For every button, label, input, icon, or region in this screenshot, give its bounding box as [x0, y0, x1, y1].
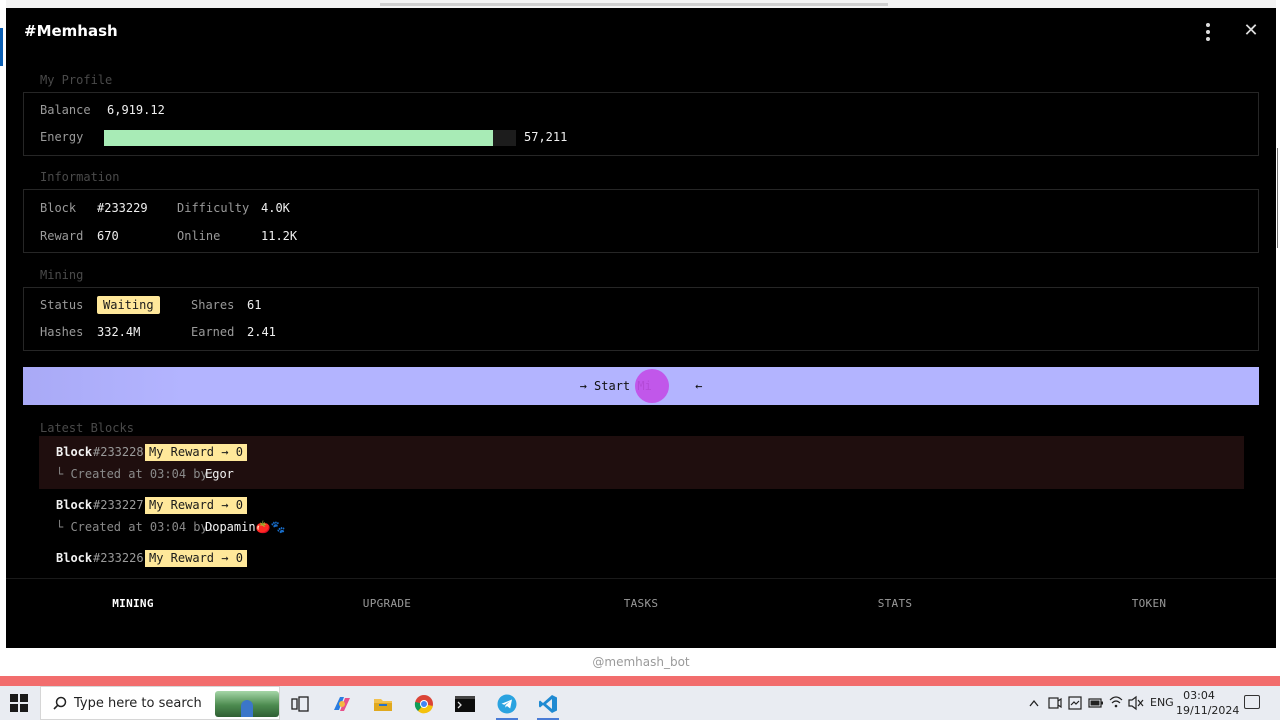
- status-label: Status: [40, 298, 84, 312]
- battery-icon[interactable]: [1088, 686, 1104, 720]
- task-view-icon[interactable]: [283, 690, 317, 718]
- show-hidden-icons-icon[interactable]: [1028, 686, 1040, 720]
- meet-now-icon[interactable]: [1048, 686, 1062, 720]
- earned-label: Earned: [191, 325, 235, 339]
- block-row: Block #233227 My Reward → 0 └ Created at…: [39, 489, 1244, 542]
- onedrive-icon[interactable]: [1068, 686, 1082, 720]
- bottom-tab-bar: MINING UPGRADE TASKS STATS TOKEN: [6, 578, 1276, 648]
- touch-indicator: [635, 369, 669, 403]
- block-row-label: Block: [56, 551, 93, 565]
- vscode-icon[interactable]: [531, 690, 565, 720]
- profile-panel: Balance 6,919.12 Energy 57,211: [23, 92, 1259, 156]
- block-row-number: #233228: [93, 445, 144, 459]
- energy-value: 57,211: [524, 130, 568, 144]
- block-row-label: Block: [56, 445, 93, 459]
- block-row-author: Dopamin🍅🐾: [205, 520, 286, 534]
- block-label: Block: [40, 201, 77, 215]
- online-label: Online: [177, 229, 221, 243]
- clock-time: 03:04: [1183, 689, 1215, 702]
- online-value: 11.2K: [261, 229, 298, 243]
- taskbar-clock[interactable]: 03:04 19/11/2024: [1176, 688, 1240, 718]
- difficulty-value: 4.0K: [261, 201, 290, 215]
- block-row-number: #233227: [93, 498, 144, 512]
- search-icon: [53, 696, 67, 710]
- block-row-reward: My Reward → 0: [145, 550, 247, 567]
- tab-tasks[interactable]: TASKS: [514, 597, 768, 610]
- search-highlight-image: [215, 691, 279, 717]
- tab-mining[interactable]: MINING: [6, 597, 260, 610]
- mining-panel: Status Waiting Shares 61 Hashes 332.4M E…: [23, 287, 1259, 351]
- button-shimmer: [23, 367, 183, 405]
- difficulty-label: Difficulty: [177, 201, 250, 215]
- notifications-icon[interactable]: [1244, 695, 1260, 709]
- block-row-created: └ Created at 03:04 by:: [56, 520, 215, 534]
- hashes-label: Hashes: [40, 325, 84, 339]
- reward-value: 670: [97, 229, 119, 243]
- block-row-reward: My Reward → 0: [145, 444, 247, 461]
- hashes-value: 332.4M: [97, 325, 141, 339]
- file-explorer-icon[interactable]: [366, 690, 400, 718]
- block-row-number: #233226: [93, 551, 144, 565]
- terminal-icon[interactable]: [448, 690, 482, 718]
- windows-taskbar: Type here to search ENG 03:04 19/11/2024: [0, 686, 1280, 720]
- profile-section-title: My Profile: [40, 73, 113, 87]
- taskbar-search-box[interactable]: Type here to search: [40, 686, 280, 720]
- block-row-created: └ Created at 03:04 by:: [56, 467, 215, 481]
- background-scrollbar: [380, 3, 888, 6]
- search-placeholder: Type here to search: [74, 696, 202, 711]
- volume-muted-icon[interactable]: [1128, 686, 1144, 720]
- block-row: Block #233226 My Reward → 0: [39, 542, 1244, 578]
- windows-start-icon[interactable]: [10, 694, 28, 712]
- energy-bar: [104, 130, 516, 146]
- latest-blocks-title: Latest Blocks: [40, 421, 134, 435]
- input-language[interactable]: ENG: [1150, 686, 1174, 720]
- chrome-icon[interactable]: [407, 690, 441, 718]
- background-status-bar: [0, 676, 1280, 686]
- shares-value: 61: [247, 298, 262, 312]
- energy-label: Energy: [40, 130, 84, 144]
- balance-label: Balance: [40, 103, 91, 117]
- bot-username-footer: @memhash_bot: [6, 648, 1276, 676]
- shares-label: Shares: [191, 298, 235, 312]
- block-row-label: Block: [56, 498, 93, 512]
- background-editor-top: [0, 0, 1280, 8]
- tab-token[interactable]: TOKEN: [1022, 597, 1276, 610]
- copilot-icon[interactable]: [325, 690, 359, 718]
- tab-upgrade[interactable]: UPGRADE: [260, 597, 514, 610]
- window-title: #Memhash: [24, 22, 118, 40]
- telegram-icon[interactable]: [490, 690, 524, 720]
- information-panel: Block #233229 Difficulty 4.0K Reward 670…: [23, 189, 1259, 253]
- block-value: #233229: [97, 201, 148, 215]
- block-row: Block #233228 My Reward → 0 └ Created at…: [39, 436, 1244, 489]
- energy-bar-fill: [104, 130, 494, 146]
- close-icon[interactable]: ✕: [1239, 19, 1263, 43]
- latest-blocks-list: Block #233228 My Reward → 0 └ Created at…: [39, 436, 1244, 578]
- app-content: My Profile Balance 6,919.12 Energy 57,21…: [6, 56, 1276, 578]
- block-row-author: Egor: [205, 467, 234, 481]
- background-editor-right: [1276, 0, 1280, 680]
- mining-section-title: Mining: [40, 268, 84, 282]
- earned-value: 2.41: [247, 325, 276, 339]
- memhash-window: #Memhash ✕ My Profile Balance 6,919.12 E…: [6, 8, 1276, 676]
- reward-label: Reward: [40, 229, 84, 243]
- background-activity-marker: [0, 28, 3, 66]
- clock-date: 19/11/2024: [1176, 704, 1240, 717]
- status-badge: Waiting: [97, 296, 160, 314]
- wifi-icon[interactable]: [1108, 686, 1124, 720]
- more-options-icon[interactable]: [1196, 20, 1220, 44]
- balance-value: 6,919.12: [107, 103, 165, 117]
- block-row-reward: My Reward → 0: [145, 497, 247, 514]
- tab-stats[interactable]: STATS: [768, 597, 1022, 610]
- information-section-title: Information: [40, 170, 120, 184]
- window-header: #Memhash ✕: [6, 8, 1276, 56]
